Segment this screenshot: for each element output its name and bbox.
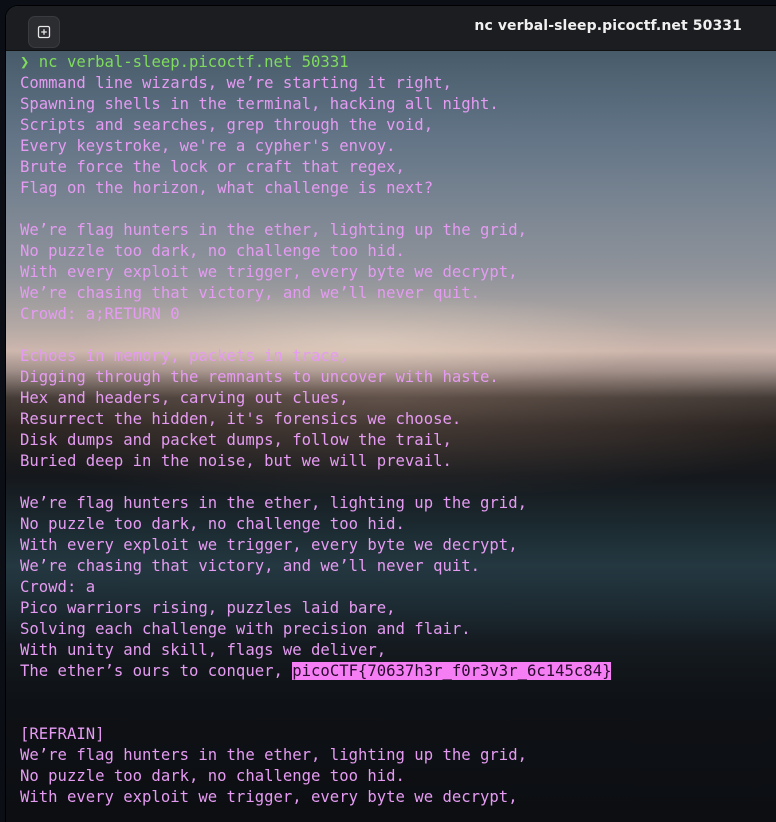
output-line: Hex and headers, carving out clues, — [20, 389, 349, 407]
output-line: With every exploit we trigger, every byt… — [20, 536, 518, 554]
flag-line-prefix: The ether’s ours to conquer, — [20, 662, 293, 680]
output-line: We’re flag hunters in the ether, lightin… — [20, 221, 527, 239]
output-line: Brute force the lock or craft that regex… — [20, 158, 405, 176]
terminal-window: nc verbal-sleep.picoctf.net 50331 ❯ nc v… — [6, 6, 776, 822]
flag-highlight: picoCTF{70637h3r_f0r3v3r_6c145c84} — [292, 662, 612, 680]
output-line: No puzzle too dark, no challenge too hid… — [20, 767, 405, 785]
output-line: No puzzle too dark, no challenge too hid… — [20, 242, 405, 260]
new-tab-button[interactable] — [28, 16, 60, 48]
output-line: Digging through the remnants to uncover … — [20, 368, 499, 386]
output-line: We’re flag hunters in the ether, lightin… — [20, 494, 527, 512]
command-text: nc verbal-sleep.picoctf.net 50331 — [38, 53, 349, 71]
prompt-symbol: ❯ — [20, 53, 30, 71]
output-line: Every keystroke, we're a cypher's envoy. — [20, 137, 396, 155]
output-lines: Command line wizards, we’re starting it … — [20, 73, 776, 661]
window-title: nc verbal-sleep.picoctf.net 50331 — [474, 18, 742, 34]
output-line: Flag on the horizon, what challenge is n… — [20, 179, 434, 197]
output-line: No puzzle too dark, no challenge too hid… — [20, 515, 405, 533]
output-line: We’re flag hunters in the ether, lightin… — [20, 746, 527, 764]
terminal-output[interactable]: ❯ nc verbal-sleep.picoctf.net 50331 Comm… — [20, 52, 776, 822]
output-line: We’re chasing that victory, and we’ll ne… — [20, 284, 481, 302]
new-tab-icon — [37, 25, 51, 39]
output-lines-after: [REFRAIN] We’re flag hunters in the ether… — [20, 682, 776, 808]
command-line: ❯ nc verbal-sleep.picoctf.net 50331 — [20, 52, 776, 73]
output-line: Spawning shells in the terminal, hacking… — [20, 95, 499, 113]
output-line: Solving each challenge with precision an… — [20, 620, 471, 638]
output-line: With every exploit we trigger, every byt… — [20, 788, 518, 806]
output-line: Echoes in memory, packets in trace, — [20, 347, 349, 365]
output-line: Pico warriors rising, puzzles laid bare, — [20, 599, 396, 617]
output-line: Crowd: a — [20, 578, 96, 596]
title-bar: nc verbal-sleep.picoctf.net 50331 — [6, 6, 776, 51]
output-line: Buried deep in the noise, but we will pr… — [20, 452, 452, 470]
output-line: Disk dumps and packet dumps, follow the … — [20, 431, 452, 449]
output-line: [REFRAIN] — [20, 725, 105, 743]
output-line: Command line wizards, we’re starting it … — [20, 74, 452, 92]
output-line: We’re chasing that victory, and we’ll ne… — [20, 557, 481, 575]
output-line: With every exploit we trigger, every byt… — [20, 263, 518, 281]
output-line: With unity and skill, flags we deliver, — [20, 641, 387, 659]
output-line: Scripts and searches, grep through the v… — [20, 116, 434, 134]
output-line: Crowd: a;RETURN 0 — [20, 305, 180, 323]
output-line: Resurrect the hidden, it's forensics we … — [20, 410, 462, 428]
flag-line: The ether’s ours to conquer, picoCTF{706… — [20, 661, 776, 682]
